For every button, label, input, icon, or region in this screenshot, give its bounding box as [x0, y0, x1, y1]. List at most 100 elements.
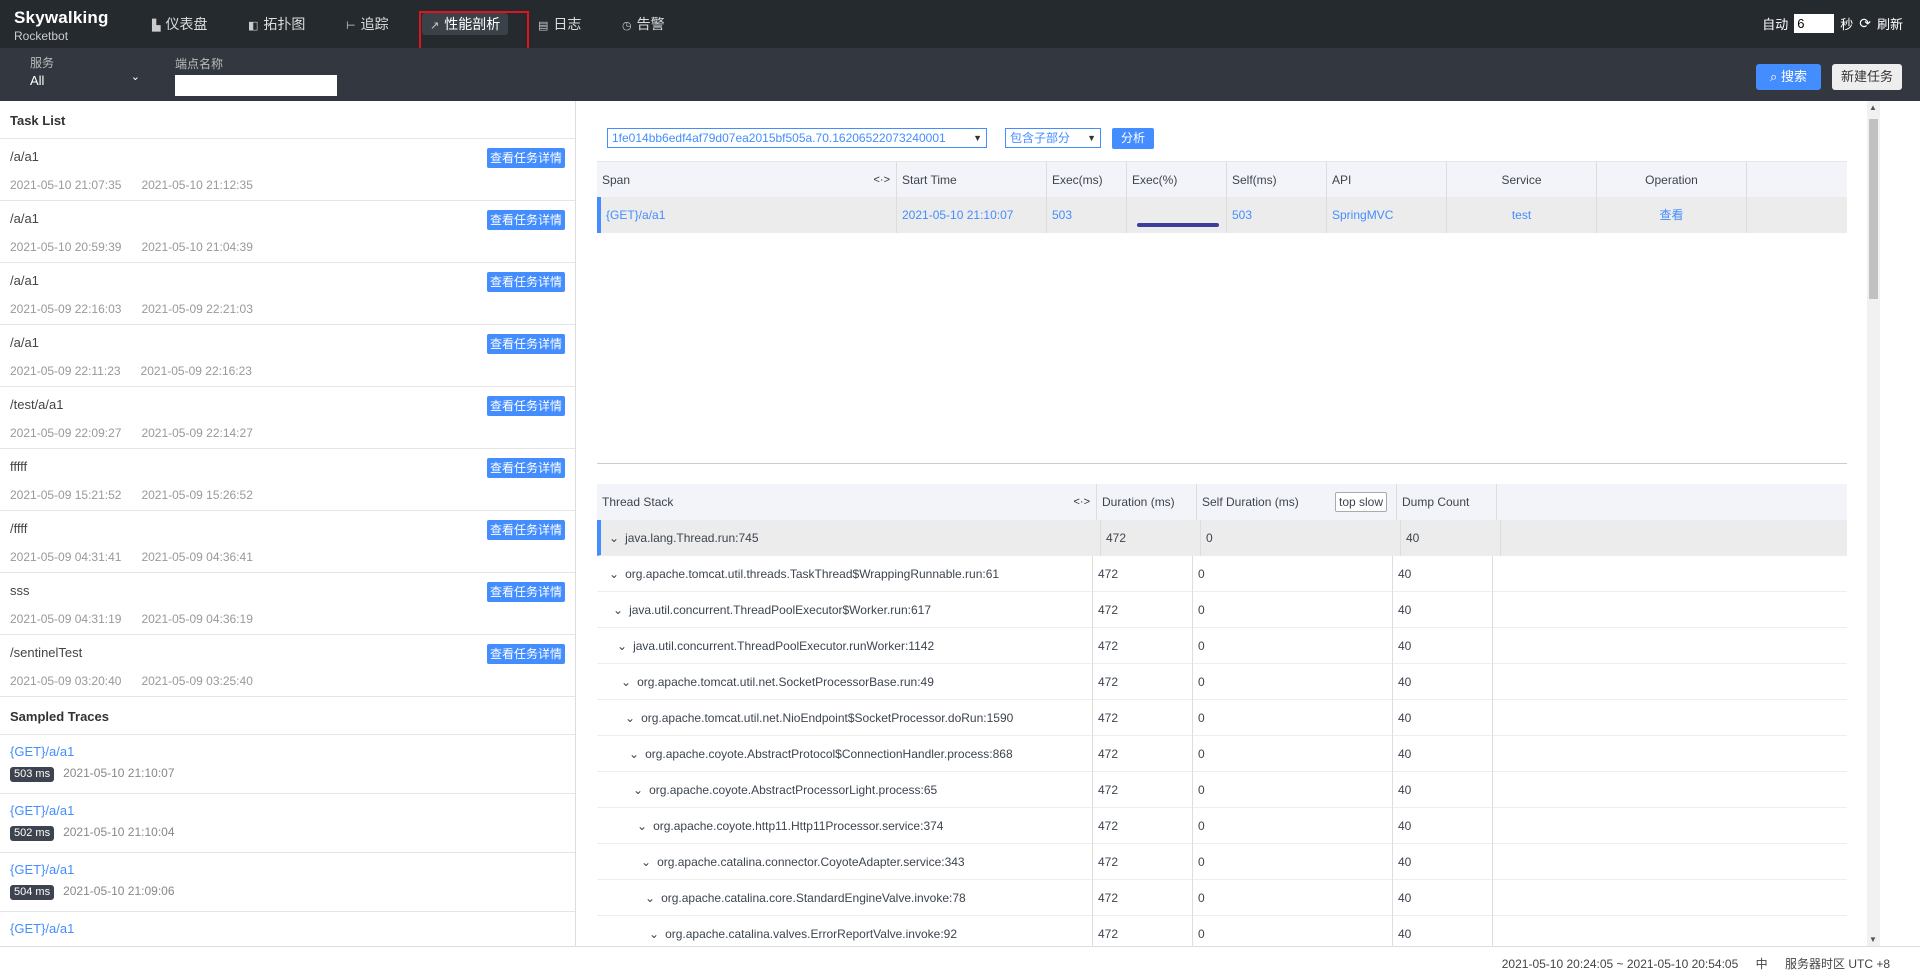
task-detail-button[interactable]: 查看任务详情: [486, 334, 565, 354]
time-range[interactable]: 2021-05-10 20:24:05 ~ 2021-05-10 20:54:0…: [1502, 957, 1739, 971]
task-start: 2021-05-09 22:11:23: [10, 364, 121, 378]
stack-row[interactable]: ⌄ org.apache.catalina.valves.ErrorReportV…: [597, 916, 1847, 946]
stack-row[interactable]: ⌄ org.apache.catalina.core.StandardEngine…: [597, 880, 1847, 916]
chevron-down-icon[interactable]: ⌄: [629, 747, 639, 761]
span-name: {GET}/a/a1: [601, 197, 897, 233]
chevron-down-icon[interactable]: ⌄: [625, 711, 635, 725]
stack-frame: ⌄ org.apache.coyote.AbstractProcessorLigh…: [597, 772, 1093, 808]
nav-dashboard[interactable]: ▙ 仪表盘: [152, 13, 207, 35]
chevron-down-icon[interactable]: ⌄: [621, 675, 631, 689]
task-detail-button[interactable]: 查看任务详情: [486, 210, 565, 230]
chevron-down-icon[interactable]: ⌄: [609, 567, 619, 581]
scrollbar[interactable]: ▲ ▼: [1867, 101, 1880, 946]
duration-badge: 504 ms: [10, 885, 55, 900]
resize-handle-icon[interactable]: <·>: [873, 162, 890, 198]
trace-name[interactable]: {GET}/a/a1: [10, 744, 565, 759]
search-button[interactable]: ⌕ 搜索: [1756, 64, 1821, 90]
task-name: /a/a1: [10, 335, 39, 350]
stack-row[interactable]: ⌄ java.util.concurrent.ThreadPoolExecutor…: [597, 592, 1847, 628]
task-start: 2021-05-09 22:09:27: [10, 426, 122, 440]
chevron-down-icon[interactable]: ⌄: [613, 603, 623, 617]
trace-item[interactable]: {GET}/a/a1 502 ms 2021-05-10 21:10:04: [0, 794, 575, 853]
segment-select[interactable]: 1fe014bb6edf4af79d07ea2015bf505a.70.1620…: [607, 128, 987, 148]
service-select[interactable]: 服务 All ⌄: [30, 54, 140, 88]
task-item[interactable]: sss 2021-05-09 04:31:19 2021-05-09 04:36:1…: [0, 573, 575, 635]
analyze-button[interactable]: 分析: [1112, 128, 1154, 149]
timezone-label[interactable]: 服务器时区 UTC +8: [1785, 957, 1890, 971]
chevron-down-icon[interactable]: ⌄: [609, 531, 619, 545]
language-toggle[interactable]: 中: [1756, 957, 1768, 971]
stack-dump-count: 40: [1393, 628, 1493, 664]
task-detail-button[interactable]: 查看任务详情: [486, 520, 565, 540]
col-thread-stack: Thread Stack <·>: [597, 484, 1097, 520]
chevron-down-icon[interactable]: ⌄: [645, 891, 655, 905]
chevron-down-icon[interactable]: ⌄: [633, 783, 643, 797]
task-item[interactable]: /a/a1 2021-05-10 21:07:35 2021-05-10 21:12…: [0, 139, 575, 201]
chevron-down-icon[interactable]: ⌄: [641, 855, 651, 869]
chevron-down-icon[interactable]: ⌄: [649, 927, 659, 941]
frame-label: org.apache.catalina.core.StandardEngineV…: [661, 891, 966, 905]
new-task-button[interactable]: 新建任务: [1832, 64, 1902, 90]
task-item[interactable]: /a/a1 2021-05-10 20:59:39 2021-05-10 21:04…: [0, 201, 575, 263]
nav-log[interactable]: ▤ 日志: [538, 13, 581, 35]
stack-row[interactable]: ⌄ org.apache.coyote.AbstractProcessorLigh…: [597, 772, 1847, 808]
stack-row[interactable]: ⌄ java.lang.Thread.run:745 472 0 40: [597, 520, 1847, 556]
task-detail-button[interactable]: 查看任务详情: [486, 644, 565, 664]
stack-row[interactable]: ⌄ org.apache.catalina.connector.CoyoteAda…: [597, 844, 1847, 880]
task-detail-button[interactable]: 查看任务详情: [486, 396, 565, 416]
task-time: 2021-05-09 22:11:23 2021-05-09 22:16:23: [10, 364, 565, 378]
task-detail-button[interactable]: 查看任务详情: [486, 148, 565, 168]
mode-select[interactable]: 包含子部分 ▼: [1005, 128, 1101, 148]
chevron-down-icon[interactable]: ⌄: [637, 819, 647, 833]
task-item[interactable]: /ffff 2021-05-09 04:31:41 2021-05-09 04:36…: [0, 511, 575, 573]
stack-row[interactable]: ⌄ org.apache.coyote.AbstractProtocol$Conn…: [597, 736, 1847, 772]
brand-subtitle: Rocketbot: [14, 29, 69, 43]
task-item[interactable]: /a/a1 2021-05-09 22:11:23 2021-05-09 22:16…: [0, 325, 575, 387]
logo[interactable]: Skywalking Rocketbot: [14, 8, 109, 43]
stack-dump-count: 40: [1393, 592, 1493, 628]
nav-topology[interactable]: ◧ 拓扑图: [248, 13, 305, 35]
stack-row[interactable]: ⌄ org.apache.tomcat.util.net.SocketProces…: [597, 664, 1847, 700]
interval-input[interactable]: [1794, 14, 1835, 33]
task-detail-button[interactable]: 查看任务详情: [486, 458, 565, 478]
top-slow-button[interactable]: top slow: [1335, 492, 1388, 512]
segment-id: 1fe014bb6edf4af79d07ea2015bf505a.70.1620…: [612, 131, 946, 145]
scroll-down-icon[interactable]: ▼: [1869, 935, 1877, 944]
span-row[interactable]: {GET}/a/a1 2021-05-10 21:10:07 503 503 S…: [597, 197, 1847, 233]
brand-name: Skywalking: [14, 8, 109, 27]
nav-label: 告警: [636, 16, 665, 32]
task-item[interactable]: /test/a/a1 2021-05-09 22:09:27 2021-05-09 …: [0, 387, 575, 449]
refresh-icon[interactable]: ⟳: [1859, 15, 1871, 32]
right-panel: 1fe014bb6edf4af79d07ea2015bf505a.70.1620…: [577, 101, 1907, 946]
chevron-down-icon[interactable]: ⌄: [617, 639, 627, 653]
task-item[interactable]: fffff 2021-05-09 15:21:52 2021-05-09 15:26…: [0, 449, 575, 511]
stack-row[interactable]: ⌄ org.apache.tomcat.util.net.NioEndpoint$…: [597, 700, 1847, 736]
stack-row[interactable]: ⌄ org.apache.tomcat.util.threads.TaskThre…: [597, 556, 1847, 592]
stack-row[interactable]: ⌄ org.apache.coyote.http11.Http11Processo…: [597, 808, 1847, 844]
trace-item[interactable]: {GET}/a/a1 503 ms 2021-05-10 21:10:07: [0, 735, 575, 794]
nav-alarm[interactable]: ◷ 告警: [622, 13, 665, 35]
resize-handle-icon[interactable]: <·>: [1073, 484, 1090, 520]
chevron-down-icon: ⌄: [130, 71, 140, 83]
trace-name[interactable]: {GET}/a/a1: [10, 921, 565, 936]
task-name: /a/a1: [10, 273, 39, 288]
task-item[interactable]: /sentinelTest 2021-05-09 03:20:40 2021-05-…: [0, 635, 575, 697]
trace-item[interactable]: {GET}/a/a1 504 ms 2021-05-10 21:09:06: [0, 853, 575, 912]
trace-item[interactable]: {GET}/a/a1: [0, 912, 575, 946]
span-self-ms: 503: [1227, 197, 1327, 233]
stack-row[interactable]: ⌄ java.util.concurrent.ThreadPoolExecutor…: [597, 628, 1847, 664]
span-operation-link[interactable]: 查看: [1597, 197, 1747, 233]
trace-name[interactable]: {GET}/a/a1: [10, 803, 565, 818]
task-detail-button[interactable]: 查看任务详情: [486, 582, 565, 602]
endpoint-input[interactable]: [175, 75, 337, 96]
nav-trace[interactable]: ⊢ 追踪: [346, 13, 389, 35]
task-item[interactable]: /a/a1 2021-05-09 22:16:03 2021-05-09 22:21…: [0, 263, 575, 325]
auto-label[interactable]: 自动: [1762, 14, 1788, 33]
task-detail-button[interactable]: 查看任务详情: [486, 272, 565, 292]
refresh-label[interactable]: 刷新: [1877, 14, 1903, 33]
panel-divider[interactable]: [597, 463, 1847, 464]
frame-label: java.util.concurrent.ThreadPoolExecutor$…: [629, 603, 932, 617]
trace-name[interactable]: {GET}/a/a1: [10, 862, 565, 877]
scroll-thumb[interactable]: [1869, 119, 1878, 299]
scroll-up-icon[interactable]: ▲: [1869, 103, 1877, 112]
